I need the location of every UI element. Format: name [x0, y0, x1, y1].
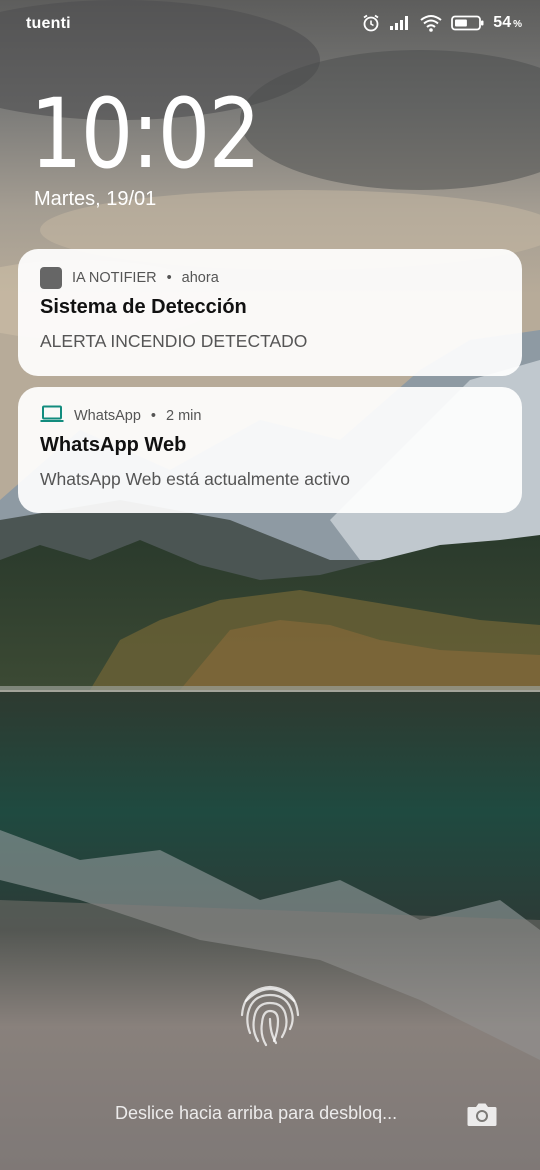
signal-icon — [389, 15, 411, 31]
notification-title: Sistema de Detección — [40, 296, 247, 318]
notification-header: IA NOTIFIER • ahora — [40, 267, 219, 289]
notification-app-name: IA NOTIFIER — [72, 270, 157, 286]
laptop-icon — [40, 405, 64, 427]
battery-percent: 54% — [493, 14, 522, 31]
fingerprint-icon[interactable] — [232, 975, 308, 1051]
battery-icon — [451, 15, 485, 31]
camera-icon[interactable] — [466, 1100, 498, 1128]
carrier-name: tuenti — [26, 15, 71, 32]
notification-separator: • — [166, 270, 172, 286]
lock-date: Martes, 19/01 — [34, 188, 157, 210]
notification-ia-notifier[interactable]: IA NOTIFIER • ahora Sistema de Detección… — [18, 249, 522, 376]
notification-time: 2 min — [165, 408, 202, 424]
notification-body: ALERTA INCENDIO DETECTADO — [40, 331, 308, 351]
alarm-icon — [361, 13, 381, 33]
notification-header: WhatsApp • 2 min — [40, 405, 201, 427]
wifi-icon — [419, 14, 443, 32]
status-icons: 54% — [361, 13, 522, 33]
unlock-hint: Deslice hacia arriba para desbloq... — [115, 1103, 398, 1123]
notification-separator: • — [150, 408, 156, 424]
notification-body: WhatsApp Web está actualmente activo — [40, 469, 350, 489]
notification-app-name: WhatsApp — [74, 408, 141, 424]
notification-time: ahora — [181, 270, 219, 286]
notification-whatsapp[interactable]: WhatsApp • 2 min WhatsApp Web WhatsApp W… — [18, 387, 522, 513]
lock-clock: 10:02 — [30, 78, 261, 190]
app-square-icon — [40, 267, 62, 289]
notification-title: WhatsApp Web — [40, 434, 187, 456]
status-bar: tuenti 54% — [0, 0, 540, 48]
